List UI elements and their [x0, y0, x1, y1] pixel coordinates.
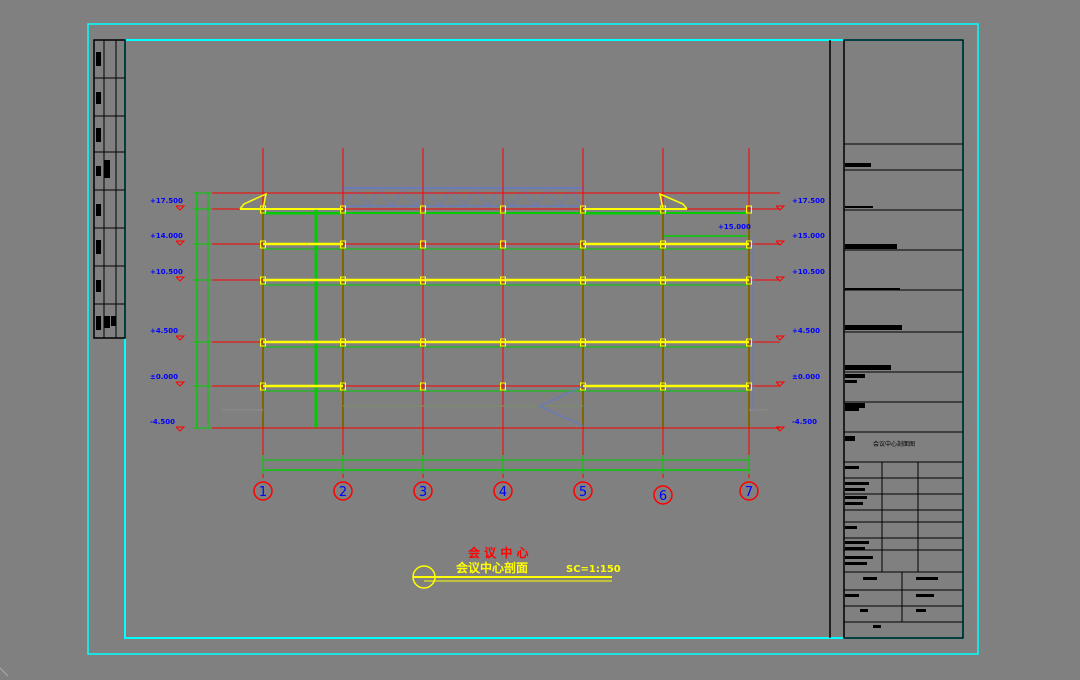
- title-block-text-mark: [845, 562, 867, 565]
- title-block-text-mark: [845, 163, 871, 167]
- title-block-text-mark: [845, 482, 869, 485]
- axis-label: 4: [499, 485, 507, 500]
- strip-mark: [96, 316, 101, 330]
- title-block-text-mark: [916, 594, 934, 597]
- elevation-label-left: +10.500: [150, 268, 183, 276]
- elevation-labels-right: +17.500 +15.000 +10.500 +4.500 ±0.000 -4.500: [775, 197, 825, 432]
- title-block: 会议中心剖面图: [829, 39, 964, 639]
- title-block-text-line: [845, 206, 873, 208]
- parapet-right: [658, 192, 688, 210]
- section-title: 会议中心剖面: [456, 560, 528, 575]
- elevation-label-right: +17.500: [792, 197, 825, 205]
- roof-truss-web: [342, 189, 584, 207]
- elevation-label-left: +4.500: [150, 327, 178, 335]
- inner-sheet-border: [124, 39, 964, 639]
- elevation-marker-left: [175, 240, 186, 246]
- title-block-text-mark: [845, 488, 865, 491]
- elevation-marker-left: [175, 205, 186, 211]
- elevation-marker-left: [175, 426, 186, 432]
- elevation-label-right: ±0.000: [792, 373, 820, 381]
- title-block-text-mark: [845, 556, 873, 559]
- strip-mark: [104, 160, 110, 178]
- project-title: 会 议 中 心: [468, 545, 529, 560]
- strip-mark: [96, 280, 101, 292]
- elevation-marker-left: [175, 335, 186, 341]
- title-block-text-mark: [845, 325, 902, 330]
- title-block-text-mark: [845, 403, 865, 408]
- axis-label: 6: [659, 489, 667, 504]
- title-block-drawing-name: 会议中心剖面图: [873, 440, 915, 448]
- title-block-text-mark: [845, 380, 857, 383]
- elevation-marker-right: [775, 381, 786, 387]
- elevation-marker-left: [175, 276, 186, 282]
- parapet-left: [239, 192, 268, 210]
- corner-mark: [0, 667, 9, 677]
- axis-label: 3: [419, 485, 427, 500]
- strip-mark: [104, 316, 110, 328]
- axis-label: 5: [579, 485, 587, 500]
- elevation-label-left: ±0.000: [150, 373, 178, 381]
- drawing-title: 会 议 中 心 会议中心剖面 SC=1:150: [412, 545, 621, 589]
- elevation-marker-left: [175, 381, 186, 387]
- title-block-text-mark: [916, 577, 938, 580]
- title-block-text-mark: [845, 408, 859, 411]
- axis-label: 7: [745, 485, 753, 500]
- elevation-label-right: -4.500: [792, 418, 817, 426]
- elevation-label-right: +10.500: [792, 268, 825, 276]
- strip-mark: [96, 52, 101, 66]
- axis-label: 1: [259, 485, 267, 500]
- title-block-text-mark: [845, 466, 859, 469]
- strip-mark: [96, 92, 101, 104]
- title-block-text-mark: [845, 526, 857, 529]
- elevation-mid-label: +15.000: [718, 223, 751, 231]
- elevation-labels-left: +17.500 +14.000 +10.500 +4.500 ±0.000 -4.500: [150, 197, 186, 432]
- revision-strip: [93, 39, 126, 339]
- cad-drawing-canvas[interactable]: 会议中心剖面图 +17.500 +14.000 +10.500 +4.500 ±0.00…: [0, 0, 1080, 680]
- title-block-text-mark: [860, 609, 868, 612]
- drawing-scale: SC=1:150: [566, 564, 621, 575]
- strip-mark: [96, 240, 101, 254]
- strip-mark: [111, 316, 116, 326]
- title-block-text-mark: [845, 502, 863, 505]
- axis-bubbles: 1 2 3 4 5 6 7: [253, 481, 759, 505]
- title-block-text-mark: [863, 577, 877, 580]
- elevation-label-left: +14.000: [150, 232, 183, 240]
- title-block-text-line: [845, 288, 900, 290]
- title-block-text-mark: [845, 541, 869, 544]
- title-block-text-mark: [873, 625, 881, 628]
- elevation-label-right: +15.000: [792, 232, 825, 240]
- strip-mark: [96, 166, 101, 176]
- strip-mark: [96, 204, 101, 216]
- title-block-text-mark: [845, 496, 867, 499]
- title-block-text-mark: [845, 594, 859, 597]
- elevation-label-left: -4.500: [150, 418, 175, 426]
- elevation-marker-right: [775, 335, 786, 341]
- elevation-label-right: +4.500: [792, 327, 820, 335]
- title-block-text-mark: [845, 244, 897, 249]
- title-block-text-mark: [845, 436, 855, 441]
- title-block-text-mark: [916, 609, 926, 612]
- title-block-text-mark: [845, 547, 865, 550]
- strip-mark: [96, 128, 101, 142]
- elevation-label-left: +17.500: [150, 197, 183, 205]
- building-section: [193, 148, 780, 478]
- title-block-text-mark: [845, 374, 865, 378]
- title-block-text-mark: [845, 365, 891, 370]
- axis-label: 2: [339, 485, 347, 500]
